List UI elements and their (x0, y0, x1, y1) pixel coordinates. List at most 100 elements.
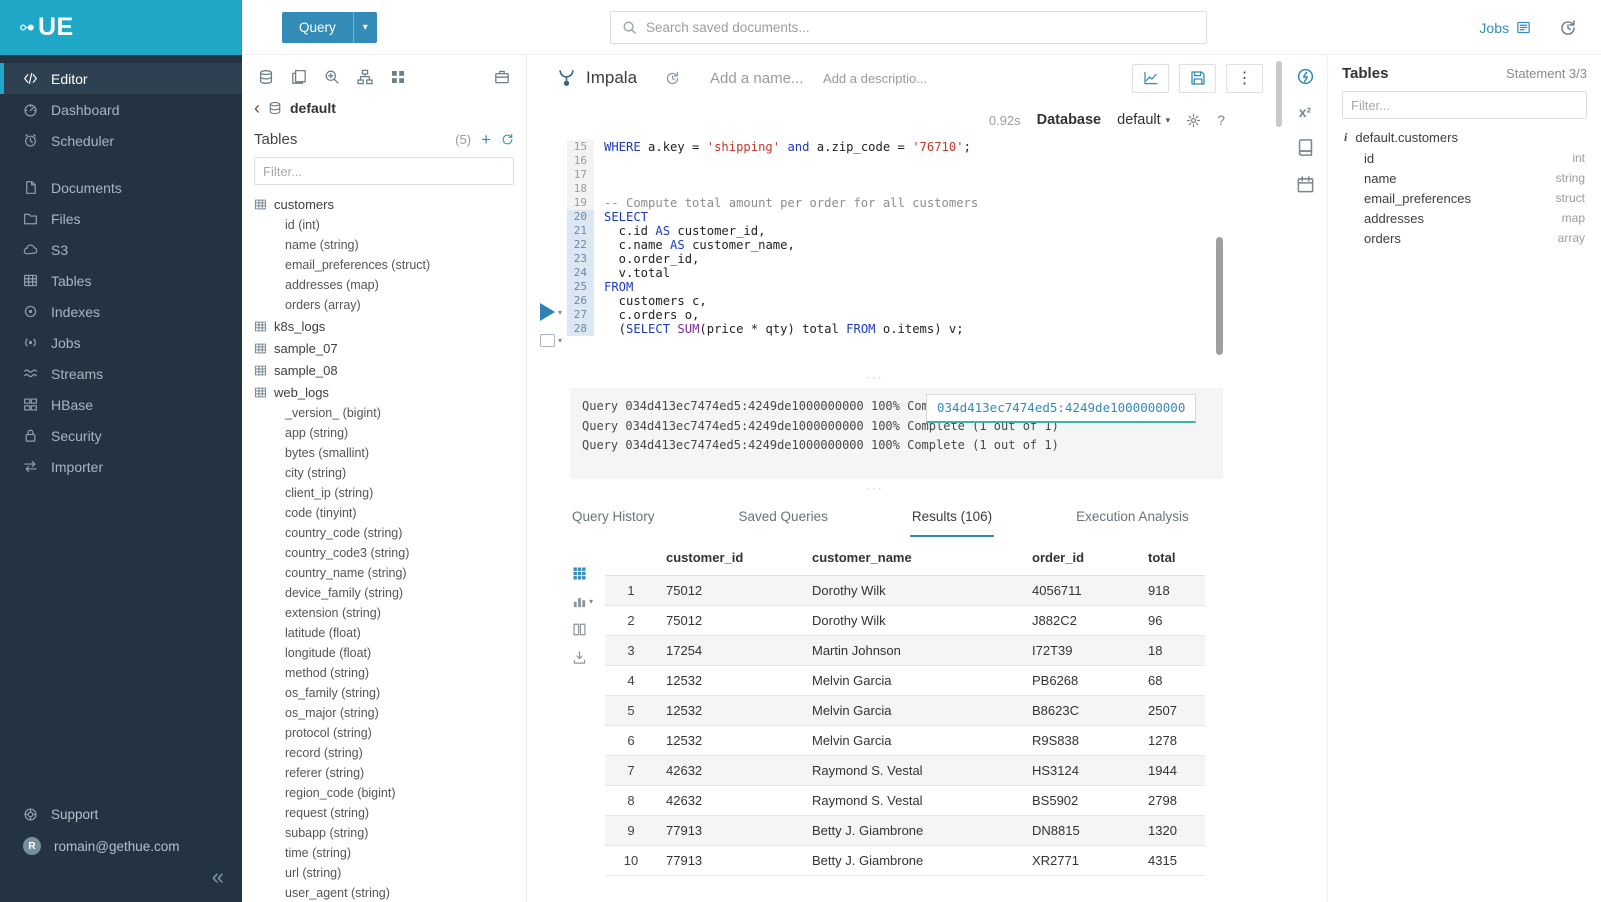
assist-column[interactable]: city (string) (242, 463, 526, 483)
sidebar-item-dashboard[interactable]: Dashboard (0, 94, 242, 125)
editor-scrollbar[interactable] (1216, 237, 1223, 355)
query-history-icon[interactable] (665, 71, 680, 86)
sidebar-collapse-button[interactable]: « (212, 864, 224, 890)
assist-column[interactable]: country_code3 (string) (242, 543, 526, 563)
apps-icon[interactable] (390, 69, 406, 85)
assist-table[interactable]: customers (242, 193, 526, 215)
assist-column[interactable]: device_family (string) (242, 583, 526, 603)
assist-column[interactable]: os_major (string) (242, 703, 526, 723)
sidebar-item-hbase[interactable]: HBase (0, 389, 242, 420)
search-input[interactable] (646, 20, 1195, 35)
execute-button[interactable]: ▾ (540, 303, 562, 321)
query-button[interactable]: Query (282, 12, 353, 43)
sidebar-item-files[interactable]: Files (0, 203, 242, 234)
sidebar-item-indexes[interactable]: Indexes (0, 296, 242, 327)
assist-column[interactable]: method (string) (242, 663, 526, 683)
add-table-button[interactable]: + (481, 131, 491, 148)
assist-table[interactable]: sample_07 (242, 337, 526, 359)
sidebar-item-support[interactable]: Support (0, 798, 242, 830)
assist-filter-input[interactable] (254, 157, 514, 185)
right-filter-input[interactable] (1342, 91, 1587, 119)
sidebar-item-tables[interactable]: Tables (0, 265, 242, 296)
right-column[interactable]: namestring (1342, 168, 1587, 188)
database-name[interactable]: default (290, 100, 336, 116)
results-table[interactable]: customer_idcustomer_nameorder_idtotal 17… (605, 542, 1205, 876)
results-header-customer_name[interactable]: customer_name (803, 542, 1023, 576)
sidebar-item-editor[interactable]: Editor (0, 63, 242, 94)
functions-icon[interactable]: x² (1299, 104, 1311, 120)
assist-column[interactable]: client_ip (string) (242, 483, 526, 503)
assist-column[interactable]: request (string) (242, 803, 526, 823)
tab-execution-analysis[interactable]: Execution Analysis (1074, 499, 1191, 537)
assist-column[interactable]: _version_ (bigint) (242, 403, 526, 423)
schedule-icon[interactable] (1296, 175, 1315, 194)
assist-column[interactable]: id (int) (242, 215, 526, 235)
hue-logo[interactable]: UE (0, 0, 242, 55)
sidebar-item-documents[interactable]: Documents (0, 172, 242, 203)
assist-column[interactable]: app (string) (242, 423, 526, 443)
assist-table[interactable]: k8s_logs (242, 315, 526, 337)
more-actions-button[interactable]: ⋮ (1226, 64, 1263, 93)
tab-saved-queries[interactable]: Saved Queries (737, 499, 830, 537)
databases-icon[interactable] (258, 69, 274, 85)
assist-column[interactable]: user_agent (string) (242, 883, 526, 902)
search-plus-icon[interactable] (324, 69, 340, 85)
code-editor[interactable]: 15WHERE a.key = 'shipping' and a.zip_cod… (567, 140, 1223, 336)
tab-query-history[interactable]: Query History (570, 499, 657, 537)
assist-column[interactable]: time (string) (242, 843, 526, 863)
gear-icon[interactable] (1186, 113, 1201, 128)
assist-column[interactable]: country_code (string) (242, 523, 526, 543)
assist-table[interactable]: sample_08 (242, 359, 526, 381)
save-button[interactable] (1179, 64, 1216, 93)
assist-column[interactable]: record (string) (242, 743, 526, 763)
assist-column[interactable]: longitude (float) (242, 643, 526, 663)
assist-column[interactable]: url (string) (242, 863, 526, 883)
assist-column[interactable]: bytes (smallint) (242, 443, 526, 463)
assist-column[interactable]: addresses (map) (242, 275, 526, 295)
snippet-options-button[interactable]: ▾ (540, 334, 562, 347)
back-chevron-icon[interactable]: ‹ (254, 99, 260, 117)
assist-column[interactable]: extension (string) (242, 603, 526, 623)
sidebar-item-scheduler[interactable]: Scheduler (0, 125, 242, 156)
assist-column[interactable]: os_family (string) (242, 683, 526, 703)
download-icon[interactable] (572, 650, 587, 665)
results-header-order_id[interactable]: order_id (1023, 542, 1139, 576)
right-column[interactable]: addressesmap (1342, 208, 1587, 228)
chart-button[interactable] (1132, 64, 1169, 93)
columns-icon[interactable] (572, 622, 587, 637)
sidebar-item-streams[interactable]: Streams (0, 358, 242, 389)
database-select[interactable]: default ▾ (1117, 112, 1170, 128)
sidebar-item-user[interactable]: R romain@gethue.com (0, 830, 242, 862)
storage-bag-icon[interactable] (494, 69, 510, 85)
sidebar-item-s3[interactable]: S3 (0, 234, 242, 265)
assist-column[interactable]: code (tinyint) (242, 503, 526, 523)
right-column[interactable]: idint (1342, 148, 1587, 168)
assist-column[interactable]: latitude (float) (242, 623, 526, 643)
assist-column[interactable]: name (string) (242, 235, 526, 255)
assist-column[interactable]: email_preferences (struct) (242, 255, 526, 275)
main-scrollbar[interactable] (1276, 61, 1282, 127)
language-reference-icon[interactable] (1296, 138, 1315, 157)
resize-handle[interactable]: ··· (527, 375, 1223, 383)
documents-icon[interactable] (291, 69, 307, 85)
query-caret-button[interactable]: ▾ (353, 12, 377, 43)
help-icon[interactable]: ? (1217, 112, 1225, 128)
sitemap-icon[interactable] (357, 69, 373, 85)
results-header-customer_id[interactable]: customer_id (657, 542, 803, 576)
sidebar-item-jobs[interactable]: Jobs (0, 327, 242, 358)
assist-column[interactable]: protocol (string) (242, 723, 526, 743)
assistant-icon[interactable] (1296, 67, 1315, 86)
assist-column[interactable]: subapp (string) (242, 823, 526, 843)
results-header-total[interactable]: total (1139, 542, 1205, 576)
query-name-input[interactable] (710, 70, 815, 87)
query-description-input[interactable] (823, 71, 941, 86)
assist-column[interactable]: region_code (bigint) (242, 783, 526, 803)
right-column[interactable]: ordersarray (1342, 228, 1587, 248)
grid-view-icon[interactable] (572, 566, 587, 581)
assist-column[interactable]: country_name (string) (242, 563, 526, 583)
sidebar-item-importer[interactable]: Importer (0, 451, 242, 482)
resize-handle[interactable]: ··· (527, 486, 1223, 494)
refresh-icon[interactable] (501, 133, 514, 146)
bar-chart-icon[interactable] (572, 594, 587, 609)
assist-column[interactable]: orders (array) (242, 295, 526, 315)
